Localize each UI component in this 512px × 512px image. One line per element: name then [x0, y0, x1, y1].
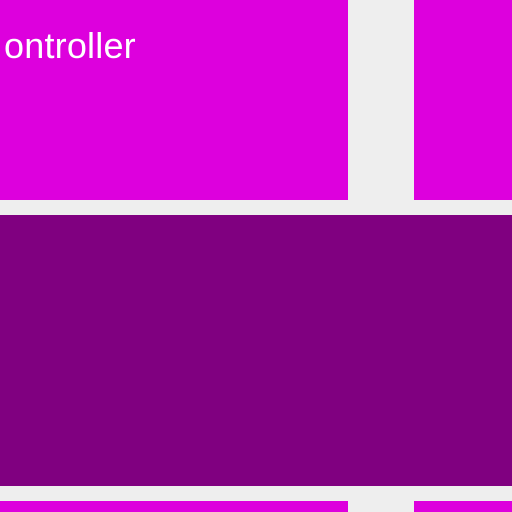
- controller-tile-label: ontroller: [4, 25, 136, 66]
- controller-tile[interactable]: ontroller: [0, 0, 348, 200]
- wide-tile[interactable]: [0, 215, 512, 486]
- bottom-right-tile[interactable]: [414, 501, 512, 512]
- bottom-left-tile[interactable]: [0, 501, 348, 512]
- tile-grid-screen: ontroller: [0, 0, 512, 512]
- top-right-tile[interactable]: [414, 0, 512, 200]
